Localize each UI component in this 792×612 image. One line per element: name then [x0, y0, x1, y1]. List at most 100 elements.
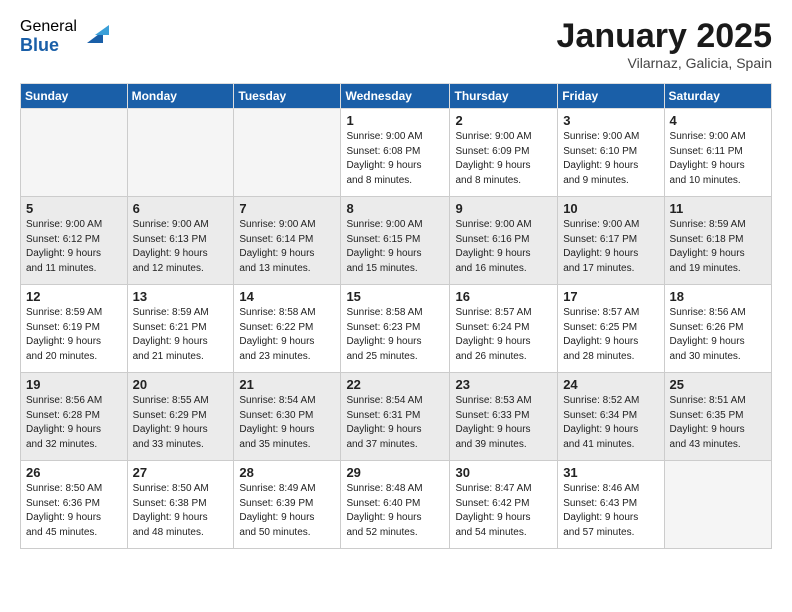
day-info: Sunrise: 9:00 AM Sunset: 6:12 PM Dayligh…	[26, 218, 122, 276]
table-row: 15Sunrise: 8:58 AM Sunset: 6:23 PM Dayli…	[341, 285, 450, 373]
day-number: 1	[346, 113, 444, 128]
table-row: 12 Sunrise: 8:59 AM Sunset: 6:19 PM Dayli…	[21, 285, 128, 373]
col-monday: Monday	[127, 84, 234, 109]
table-row	[234, 109, 341, 197]
day-number: 19	[26, 377, 122, 392]
day-number: 12	[26, 289, 122, 304]
table-row: 21 Sunrise: 8:54 AM Sunset: 6:30 PM Dayli…	[234, 373, 341, 461]
calendar-week-row: 5 Sunrise: 9:00 AM Sunset: 6:12 PM Daylig…	[21, 197, 772, 285]
header: General Blue January 2025 Vilarnaz, Gali…	[20, 18, 772, 71]
calendar: Sunday Monday Tuesday Wednesday Thursday…	[20, 83, 772, 549]
calendar-week-row: 19Sunrise: 8:56 AM Sunset: 6:28 PM Dayli…	[21, 373, 772, 461]
day-number: 6	[133, 201, 229, 216]
day-number: 9	[455, 201, 552, 216]
day-number: 26	[26, 465, 122, 480]
logo: General Blue	[20, 18, 109, 55]
day-number: 31	[563, 465, 658, 480]
table-row: 6 Sunrise: 9:00 AM Sunset: 6:13 PM Daylig…	[127, 197, 234, 285]
table-row: 3 Sunrise: 9:00 AM Sunset: 6:10 PM Daylig…	[558, 109, 664, 197]
day-info: Sunrise: 8:49 AM Sunset: 6:39 PM Dayligh…	[239, 482, 335, 540]
table-row: 22 Sunrise: 8:54 AM Sunset: 6:31 PM Dayli…	[341, 373, 450, 461]
table-row: 4Sunrise: 9:00 AM Sunset: 6:11 PM Daylig…	[664, 109, 771, 197]
table-row: 25 Sunrise: 8:51 AM Sunset: 6:35 PM Dayli…	[664, 373, 771, 461]
table-row: 24 Sunrise: 8:52 AM Sunset: 6:34 PM Dayli…	[558, 373, 664, 461]
table-row: 16Sunrise: 8:57 AM Sunset: 6:24 PM Dayli…	[450, 285, 558, 373]
table-row: 13 Sunrise: 8:59 AM Sunset: 6:21 PM Dayli…	[127, 285, 234, 373]
col-wednesday: Wednesday	[341, 84, 450, 109]
table-row: 20Sunrise: 8:55 AM Sunset: 6:29 PM Dayli…	[127, 373, 234, 461]
table-row: 9 Sunrise: 9:00 AM Sunset: 6:16 PM Daylig…	[450, 197, 558, 285]
day-info: Sunrise: 8:55 AM Sunset: 6:29 PM Dayligh…	[133, 394, 229, 452]
day-number: 21	[239, 377, 335, 392]
day-number: 25	[670, 377, 766, 392]
col-tuesday: Tuesday	[234, 84, 341, 109]
day-info: Sunrise: 9:00 AM Sunset: 6:08 PM Dayligh…	[346, 130, 444, 188]
day-number: 7	[239, 201, 335, 216]
day-info: Sunrise: 8:47 AM Sunset: 6:42 PM Dayligh…	[455, 482, 552, 540]
table-row: 26 Sunrise: 8:50 AM Sunset: 6:36 PM Dayli…	[21, 461, 128, 549]
logo-text: General Blue	[20, 18, 77, 55]
day-info: Sunrise: 8:51 AM Sunset: 6:35 PM Dayligh…	[670, 394, 766, 452]
day-number: 30	[455, 465, 552, 480]
day-number: 10	[563, 201, 658, 216]
day-number: 22	[346, 377, 444, 392]
day-info: Sunrise: 8:50 AM Sunset: 6:36 PM Dayligh…	[26, 482, 122, 540]
table-row: 8Sunrise: 9:00 AM Sunset: 6:15 PM Daylig…	[341, 197, 450, 285]
day-info: Sunrise: 8:59 AM Sunset: 6:19 PM Dayligh…	[26, 306, 122, 364]
day-number: 23	[455, 377, 552, 392]
day-number: 8	[346, 201, 444, 216]
day-number: 29	[346, 465, 444, 480]
table-row: 17 Sunrise: 8:57 AM Sunset: 6:25 PM Dayli…	[558, 285, 664, 373]
subtitle: Vilarnaz, Galicia, Spain	[557, 55, 773, 71]
day-info: Sunrise: 8:59 AM Sunset: 6:18 PM Dayligh…	[670, 218, 766, 276]
day-info: Sunrise: 8:52 AM Sunset: 6:34 PM Dayligh…	[563, 394, 658, 452]
day-info: Sunrise: 8:54 AM Sunset: 6:30 PM Dayligh…	[239, 394, 335, 452]
day-info: Sunrise: 8:56 AM Sunset: 6:26 PM Dayligh…	[670, 306, 766, 364]
day-info: Sunrise: 8:57 AM Sunset: 6:25 PM Dayligh…	[563, 306, 658, 364]
col-thursday: Thursday	[450, 84, 558, 109]
day-info: Sunrise: 8:58 AM Sunset: 6:22 PM Dayligh…	[239, 306, 335, 364]
day-info: Sunrise: 8:54 AM Sunset: 6:31 PM Dayligh…	[346, 394, 444, 452]
logo-icon	[81, 21, 109, 49]
logo-blue: Blue	[20, 36, 77, 56]
col-friday: Friday	[558, 84, 664, 109]
table-row: 31 Sunrise: 8:46 AM Sunset: 6:43 PM Dayli…	[558, 461, 664, 549]
table-row: 11 Sunrise: 8:59 AM Sunset: 6:18 PM Dayli…	[664, 197, 771, 285]
title-block: January 2025 Vilarnaz, Galicia, Spain	[557, 18, 773, 71]
table-row: 19Sunrise: 8:56 AM Sunset: 6:28 PM Dayli…	[21, 373, 128, 461]
day-info: Sunrise: 9:00 AM Sunset: 6:09 PM Dayligh…	[455, 130, 552, 188]
table-row: 30 Sunrise: 8:47 AM Sunset: 6:42 PM Dayli…	[450, 461, 558, 549]
day-info: Sunrise: 8:53 AM Sunset: 6:33 PM Dayligh…	[455, 394, 552, 452]
day-info: Sunrise: 9:00 AM Sunset: 6:16 PM Dayligh…	[455, 218, 552, 276]
day-number: 2	[455, 113, 552, 128]
day-number: 15	[346, 289, 444, 304]
day-number: 13	[133, 289, 229, 304]
day-info: Sunrise: 8:57 AM Sunset: 6:24 PM Dayligh…	[455, 306, 552, 364]
col-saturday: Saturday	[664, 84, 771, 109]
day-number: 5	[26, 201, 122, 216]
page: General Blue January 2025 Vilarnaz, Gali…	[0, 0, 792, 612]
day-number: 3	[563, 113, 658, 128]
day-info: Sunrise: 8:48 AM Sunset: 6:40 PM Dayligh…	[346, 482, 444, 540]
table-row: 27Sunrise: 8:50 AM Sunset: 6:38 PM Dayli…	[127, 461, 234, 549]
table-row	[127, 109, 234, 197]
table-row: 23 Sunrise: 8:53 AM Sunset: 6:33 PM Dayli…	[450, 373, 558, 461]
day-info: Sunrise: 9:00 AM Sunset: 6:17 PM Dayligh…	[563, 218, 658, 276]
table-row	[664, 461, 771, 549]
day-number: 24	[563, 377, 658, 392]
table-row: 29 Sunrise: 8:48 AM Sunset: 6:40 PM Dayli…	[341, 461, 450, 549]
calendar-week-row: 26 Sunrise: 8:50 AM Sunset: 6:36 PM Dayli…	[21, 461, 772, 549]
day-number: 17	[563, 289, 658, 304]
day-info: Sunrise: 9:00 AM Sunset: 6:14 PM Dayligh…	[239, 218, 335, 276]
day-info: Sunrise: 8:46 AM Sunset: 6:43 PM Dayligh…	[563, 482, 658, 540]
day-info: Sunrise: 8:59 AM Sunset: 6:21 PM Dayligh…	[133, 306, 229, 364]
table-row: 14Sunrise: 8:58 AM Sunset: 6:22 PM Dayli…	[234, 285, 341, 373]
table-row: 2 Sunrise: 9:00 AM Sunset: 6:09 PM Daylig…	[450, 109, 558, 197]
day-number: 11	[670, 201, 766, 216]
calendar-header-row: Sunday Monday Tuesday Wednesday Thursday…	[21, 84, 772, 109]
day-info: Sunrise: 9:00 AM Sunset: 6:13 PM Dayligh…	[133, 218, 229, 276]
table-row: 1 Sunrise: 9:00 AM Sunset: 6:08 PM Daylig…	[341, 109, 450, 197]
month-title: January 2025	[557, 18, 773, 55]
day-info: Sunrise: 9:00 AM Sunset: 6:10 PM Dayligh…	[563, 130, 658, 188]
day-number: 27	[133, 465, 229, 480]
